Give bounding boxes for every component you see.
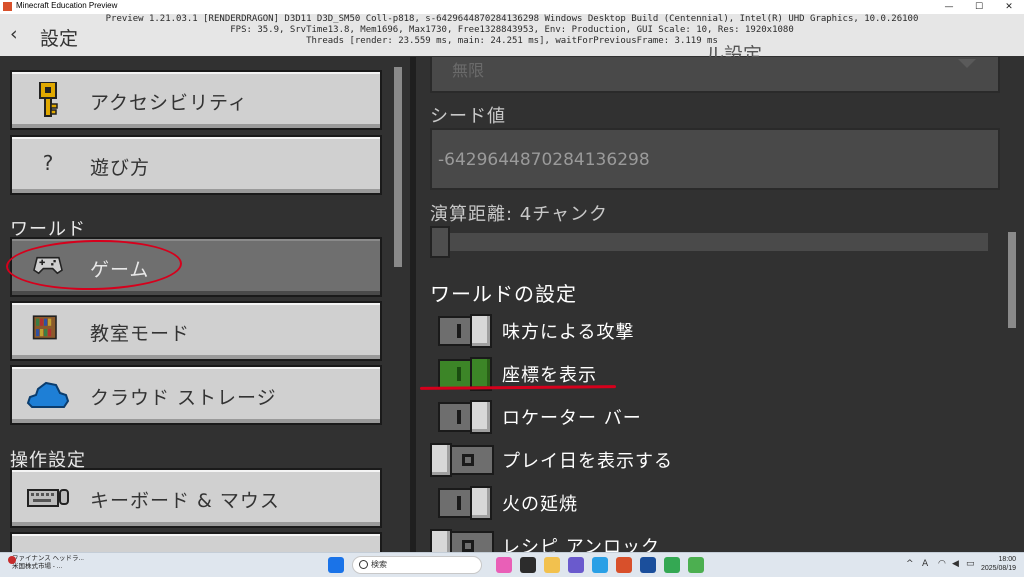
seed-value: -6429644870284136298 [438,150,650,170]
wifi-icon[interactable]: ◠ [938,559,946,569]
simulation-distance-slider[interactable] [450,233,988,251]
battery-icon[interactable]: ▭ [966,559,975,569]
sidebar-item-label: アクセシビリティ [90,92,248,114]
sidebar-scrollbar[interactable] [394,67,402,267]
world-settings-heading: ワールドの設定 [430,282,577,306]
clock-date: 2025/08/19 [980,565,1016,572]
chrome-icon[interactable] [664,557,680,573]
minecraft-icon[interactable] [688,557,704,573]
toggle-knob [430,443,452,477]
close-button[interactable]: ✕ [994,0,1024,14]
question-icon: ? [42,151,54,175]
news-subline: 米国株式市場 - ... [12,563,63,570]
toggle-knob [470,314,492,348]
keyboard-icon [27,489,69,507]
sidebar-item-how-to-play[interactable]: ? 遊び方 [10,135,382,195]
sidebar-item-keyboard-mouse[interactable]: キーボード & マウス [10,468,382,528]
news-widget[interactable]: ファイナンス ヘッドラ... 米国株式市場 - ... [8,555,84,571]
notification-badge [8,556,16,564]
sidebar-item-label: キーボード & マウス [90,490,280,512]
window-titlebar: Minecraft Education Preview — ☐ ✕ [0,0,1024,14]
toggle-knob [430,529,452,552]
clock-time: 18:00 [998,556,1016,563]
seed-field[interactable]: -6429644870284136298 [430,128,1000,190]
sidebar-item-classroom-mode[interactable]: 教室モード [10,301,382,361]
maximize-button[interactable]: ☐ [964,0,994,14]
taskbar-search[interactable]: 検索 [352,556,482,574]
sidebar-item-label: クラウド ストレージ [90,387,277,409]
start-icon[interactable] [328,557,344,573]
toggle-row-fire-spread: 火の延焼 [430,484,990,522]
settings-sidebar: アクセシビリティ ? 遊び方 ワールド ゲーム 教室モード クラウド ストレージ… [0,57,410,552]
volume-icon[interactable]: ◀ [952,559,959,569]
search-placeholder: 検索 [371,560,387,569]
toggle-row-recipe-unlock: レシピ アンロック [430,527,990,552]
sidebar-item-label: 遊び方 [90,157,151,179]
chevron-down-icon [958,59,976,68]
locator-bar-toggle[interactable] [438,400,492,434]
toggle-off-ring [462,454,474,466]
panel-divider [410,57,416,552]
sidebar-item-partial[interactable] [10,532,382,552]
toggle-knob [470,486,492,520]
recipe-unlock-toggle[interactable] [430,529,494,552]
slider-handle[interactable] [430,226,450,258]
minimize-button[interactable]: — [934,0,964,14]
toggle-label: 座標を表示 [502,365,597,386]
window-title: Minecraft Education Preview [16,1,118,10]
cloud-icon [26,381,70,408]
toggle-label: 火の延焼 [502,494,578,515]
simulation-distance-label: 演算距離: 4チャンク [430,204,609,225]
task-view-icon[interactable] [520,557,536,573]
toggle-label: レシピ アンロック [502,537,661,552]
sidebar-item-label: 教室モード [90,323,191,345]
show-coordinates-toggle[interactable] [438,357,492,391]
toggle-label: ロケーター バー [502,408,642,429]
toggle-row-locator-bar: ロケーター バー [430,398,990,436]
dropdown-value: 無限 [452,61,485,80]
toggle-label: 味方による攻撃 [502,322,635,343]
toggle-mark [457,496,461,510]
tray-chevron-icon[interactable]: ^ [906,559,914,569]
app-icon[interactable] [640,557,656,573]
sidebar-item-cloud-storage[interactable]: クラウド ストレージ [10,365,382,425]
toggle-mark [457,367,461,381]
friendly-fire-toggle[interactable] [438,314,492,348]
toggle-knob [470,400,492,434]
ime-indicator[interactable]: A [922,559,928,569]
news-headline: ファイナンス ヘッドラ... [12,555,84,562]
toggle-row-show-days-played: プレイ日を表示する [430,441,990,479]
sidebar-item-accessibility[interactable]: アクセシビリティ [10,70,382,130]
debug-overlay: Preview 1.21.03.1 [RENDERDRAGON] D3D11 D… [0,14,1024,47]
show-days-played-toggle[interactable] [430,443,494,477]
search-icon [359,560,368,569]
minecraft-app-icon [3,2,12,11]
debug-line: Preview 1.21.03.1 [RENDERDRAGON] D3D11 D… [105,14,919,24]
debug-line: FPS: 35.9, SrvTime13.8, Mem1696, Max1730… [230,25,794,35]
toggle-row-friendly-fire: 味方による攻撃 [430,312,990,350]
main-scrollbar[interactable] [1008,232,1016,328]
seed-label: シード値 [430,106,506,127]
teams-icon[interactable] [568,557,584,573]
debug-line: Threads [render: 23.559 ms, main: 24.251… [306,36,718,46]
key-icon [39,82,58,117]
edge-icon[interactable] [592,557,608,573]
toggle-mark [457,410,461,424]
toggle-off-ring [462,540,474,552]
fire-spread-toggle[interactable] [438,486,492,520]
toggle-label: プレイ日を表示する [502,451,673,472]
copilot-icon[interactable] [496,557,512,573]
toggle-mark [457,324,461,338]
taskbar-clock[interactable]: 18:00 2025/08/19 [981,555,1016,573]
windows-taskbar: ファイナンス ヘッドラ... 米国株式市場 - ... 検索 ^ A ◠ ◀ ▭… [0,552,1024,577]
minecraft-education-icon[interactable] [616,557,632,573]
file-explorer-icon[interactable] [544,557,560,573]
bookshelf-icon [32,315,57,340]
world-type-dropdown[interactable]: 無限 [430,57,1000,93]
